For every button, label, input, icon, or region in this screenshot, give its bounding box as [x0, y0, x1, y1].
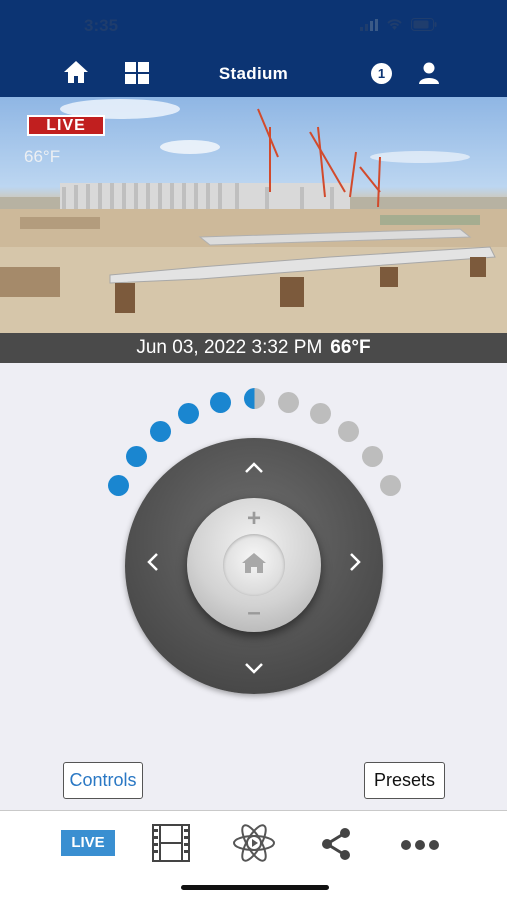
more-icon[interactable] — [400, 838, 440, 856]
zoom-level-dot — [379, 474, 401, 496]
status-icons — [360, 18, 437, 36]
presets-button[interactable]: Presets — [364, 762, 445, 799]
tab-bar: LIVE — [0, 810, 507, 900]
pan-left-icon[interactable] — [138, 550, 168, 580]
live-indicator: LIVE — [27, 115, 105, 136]
film-icon[interactable] — [151, 823, 191, 868]
app-header: 3:35 Stadium 1 — [0, 0, 507, 97]
timestamp-bar: Jun 03, 2022 3:32 PM 66°F — [0, 333, 507, 363]
home-indicator — [181, 885, 329, 890]
wifi-icon — [386, 18, 403, 36]
user-icon[interactable] — [419, 62, 439, 89]
status-time: 3:35 — [84, 16, 119, 35]
share-icon[interactable] — [319, 826, 353, 867]
tilt-down-icon[interactable] — [239, 652, 269, 682]
zoom-level-dot — [178, 403, 200, 425]
zoom-level-dot — [210, 391, 232, 413]
pan-right-icon[interactable] — [340, 550, 370, 580]
timestamp-text: Jun 03, 2022 3:32 PM — [136, 337, 323, 358]
zoom-level-dot — [277, 391, 299, 413]
home-position-button[interactable] — [223, 534, 285, 596]
timestamp-temperature: 66°F — [330, 337, 371, 358]
temperature-overlay: 66°F — [24, 147, 61, 166]
signal-icon — [360, 18, 378, 36]
live-tab[interactable]: LIVE — [61, 830, 115, 856]
ptz-joystick[interactable]: + – — [125, 438, 383, 694]
notification-badge[interactable]: 1 — [371, 63, 392, 84]
home-icon — [241, 552, 267, 579]
battery-icon — [411, 18, 437, 36]
atom-icon[interactable] — [232, 823, 276, 868]
zoom-level-dot — [309, 403, 331, 425]
controls-button[interactable]: Controls — [63, 762, 143, 799]
tilt-up-icon[interactable] — [239, 452, 269, 482]
zoom-out-button[interactable]: – — [239, 598, 269, 628]
zoom-level-dot — [244, 388, 265, 409]
zoom-in-button[interactable]: + — [239, 504, 269, 534]
